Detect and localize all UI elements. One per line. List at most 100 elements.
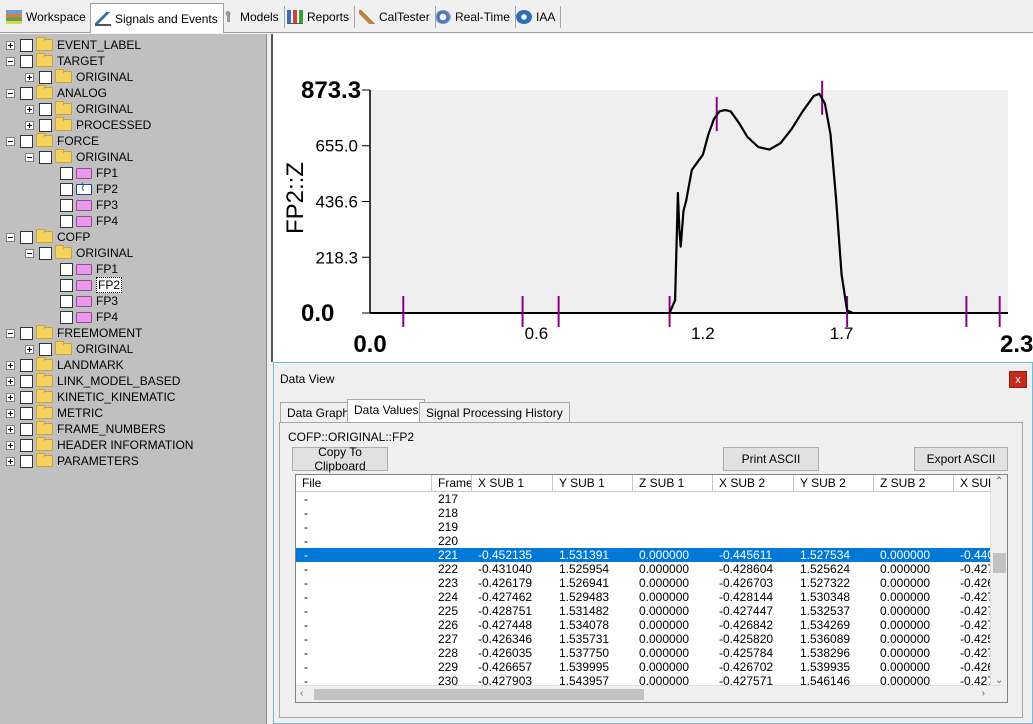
tree-checkbox[interactable] [39,342,52,356]
collapse-icon[interactable] [6,136,15,146]
tree-node-original[interactable]: ORIGINAL [25,341,133,357]
table-row[interactable]: - 223 -0.426179 1.526941 0.000000 -0.426703 1.… [296,576,994,590]
tree-checkbox[interactable] [60,278,73,292]
table-row[interactable]: - 225 -0.428751 1.531482 0.000000 -0.427447 1.… [296,604,994,618]
table-row[interactable]: - 222 -0.431040 1.525954 0.000000 -0.428604 1.… [296,562,994,576]
tree-node-target[interactable]: TARGET [6,53,105,69]
expand-icon[interactable] [6,392,15,402]
tree-checkbox[interactable] [20,438,33,452]
table-row[interactable]: - 219 [296,520,991,534]
collapse-icon[interactable] [6,56,15,66]
tree-node-original[interactable]: ORIGINAL [25,69,133,85]
column-header[interactable]: Y SUB 1 [553,475,633,492]
tree-checkbox[interactable] [39,118,52,132]
print-ascii-button[interactable]: Print ASCII [723,447,819,471]
column-header[interactable]: File [296,475,432,492]
tree-node-processed[interactable]: PROCESSED [25,117,151,133]
tree-node-original[interactable]: ORIGINAL [25,245,133,261]
table-row[interactable]: - 228 -0.426035 1.537750 0.000000 -0.425784 1.… [296,646,994,660]
vertical-scroll-thumb[interactable] [993,553,1006,573]
column-header[interactable]: Frame [432,475,472,492]
column-header[interactable]: X SUB 1 [472,475,553,492]
tree-checkbox[interactable] [20,390,33,404]
table-row[interactable]: - 229 -0.426657 1.539995 0.000000 -0.426702 1.… [296,660,994,674]
tree-checkbox[interactable] [60,166,73,180]
data-values-table[interactable]: File Frame X SUB 1Y SUB 1Z SUB 1X SUB 2Y S… [295,474,1008,703]
collapse-icon[interactable] [6,88,15,98]
tree-node-frame-numbers[interactable]: FRAME_NUMBERS [6,421,166,437]
tree-node-fp3[interactable]: FP3 [60,197,118,213]
horizontal-scrollbar[interactable]: ‹ › [296,685,1007,702]
tree-checkbox[interactable] [20,134,33,148]
tree-node-metric[interactable]: METRIC [6,405,103,421]
tree-node-kinetic-kinematic[interactable]: KINETIC_KINEMATIC [6,389,175,405]
table-row[interactable]: - 224 -0.427462 1.529483 0.000000 -0.428144 1.… [296,590,994,604]
expand-icon[interactable] [6,424,15,434]
tree-checkbox[interactable] [60,294,73,308]
tree-node-fp4[interactable]: FP4 [60,309,118,325]
tab-data-values[interactable]: Data Values [347,399,426,423]
table-row[interactable]: - 226 -0.427448 1.534078 0.000000 -0.426842 1.… [296,618,994,632]
expand-icon[interactable] [6,360,15,370]
tree-node-landmark[interactable]: LANDMARK [6,357,124,373]
table-row[interactable]: - 217 [296,492,991,506]
tab-real-time[interactable]: Real-Time [431,6,516,28]
tree-node-fp2[interactable]: FP2 [60,277,123,293]
tab-caltester[interactable]: CalTester [355,6,436,28]
tree-node-parameters[interactable]: PARAMETERS [6,453,139,469]
scroll-left-icon[interactable]: ‹ [300,688,303,699]
tree-checkbox[interactable] [60,198,73,212]
tree-checkbox[interactable] [20,38,33,52]
expand-icon[interactable] [25,120,34,130]
close-button[interactable]: x [1009,371,1027,388]
tree-checkbox[interactable] [60,262,73,276]
tree-node-fp1[interactable]: FP1 [60,165,118,181]
tree-node-original[interactable]: ORIGINAL [25,149,133,165]
tree-node-fp4[interactable]: FP4 [60,213,118,229]
table-row[interactable]: - 221 -0.452135 1.531391 0.000000 -0.445611 1.… [296,548,994,562]
tree-checkbox[interactable] [60,182,73,196]
tree-checkbox[interactable] [60,310,73,324]
tree-checkbox[interactable] [39,150,52,164]
expand-icon[interactable] [6,440,15,450]
collapse-icon[interactable] [6,328,15,338]
table-row[interactable]: - 220 [296,534,991,548]
tree-checkbox[interactable] [20,374,33,388]
tree-checkbox[interactable] [39,246,52,260]
tree-node-event-label[interactable]: EVENT_LABEL [6,37,141,53]
column-header[interactable]: X SUB 2 [713,475,794,492]
tree-checkbox[interactable] [39,102,52,116]
expand-icon[interactable] [25,72,34,82]
tree-node-freemoment[interactable]: FREEMOMENT [6,325,142,341]
collapse-icon[interactable] [25,152,34,162]
column-header[interactable]: Y SUB 2 [794,475,874,492]
tree-node-analog[interactable]: ANALOG [6,85,107,101]
table-row[interactable]: - 227 -0.426346 1.535731 0.000000 -0.425820 1.… [296,632,994,646]
tree-checkbox[interactable] [20,358,33,372]
tab-data-graph[interactable]: Data Graph [280,402,357,422]
graph-pane[interactable]: 0.0 218.3 436.6 655.0 873.3 0.0 0.6 1.2 1.7 2.3 FP… [271,34,1033,362]
tab-models[interactable]: Models [216,6,285,28]
tree-node-force[interactable]: FORCE [6,133,99,149]
tree-checkbox[interactable] [20,86,33,100]
expand-icon[interactable] [6,456,15,466]
table-row[interactable]: - 218 [296,506,991,520]
vertical-scrollbar[interactable]: ⌃ ⌄ [990,475,1007,687]
expand-icon[interactable] [25,104,34,114]
copy-to-clipboard-button[interactable]: Copy To Clipboard [292,445,388,473]
expand-icon[interactable] [6,40,15,50]
tab-workspace[interactable]: Workspace [2,6,92,28]
tree-checkbox[interactable] [20,422,33,436]
tree-node-fp1[interactable]: FP1 [60,261,118,277]
tree-checkbox[interactable] [20,54,33,68]
tree-node-cofp[interactable]: COFP [6,229,90,245]
tree-checkbox[interactable] [20,326,33,340]
tab-iaa[interactable]: IAA [512,6,562,28]
tree-checkbox[interactable] [20,406,33,420]
signal-tree[interactable]: EVENT_LABEL TARGET ORIGINAL ANALOG ORIGINAL P… [0,34,267,724]
expand-icon[interactable] [6,376,15,386]
tab-signals-and-events[interactable]: Signals and Events [90,3,224,33]
expand-icon[interactable] [6,408,15,418]
scroll-right-icon[interactable]: › [982,688,985,699]
expand-icon[interactable] [25,344,34,354]
